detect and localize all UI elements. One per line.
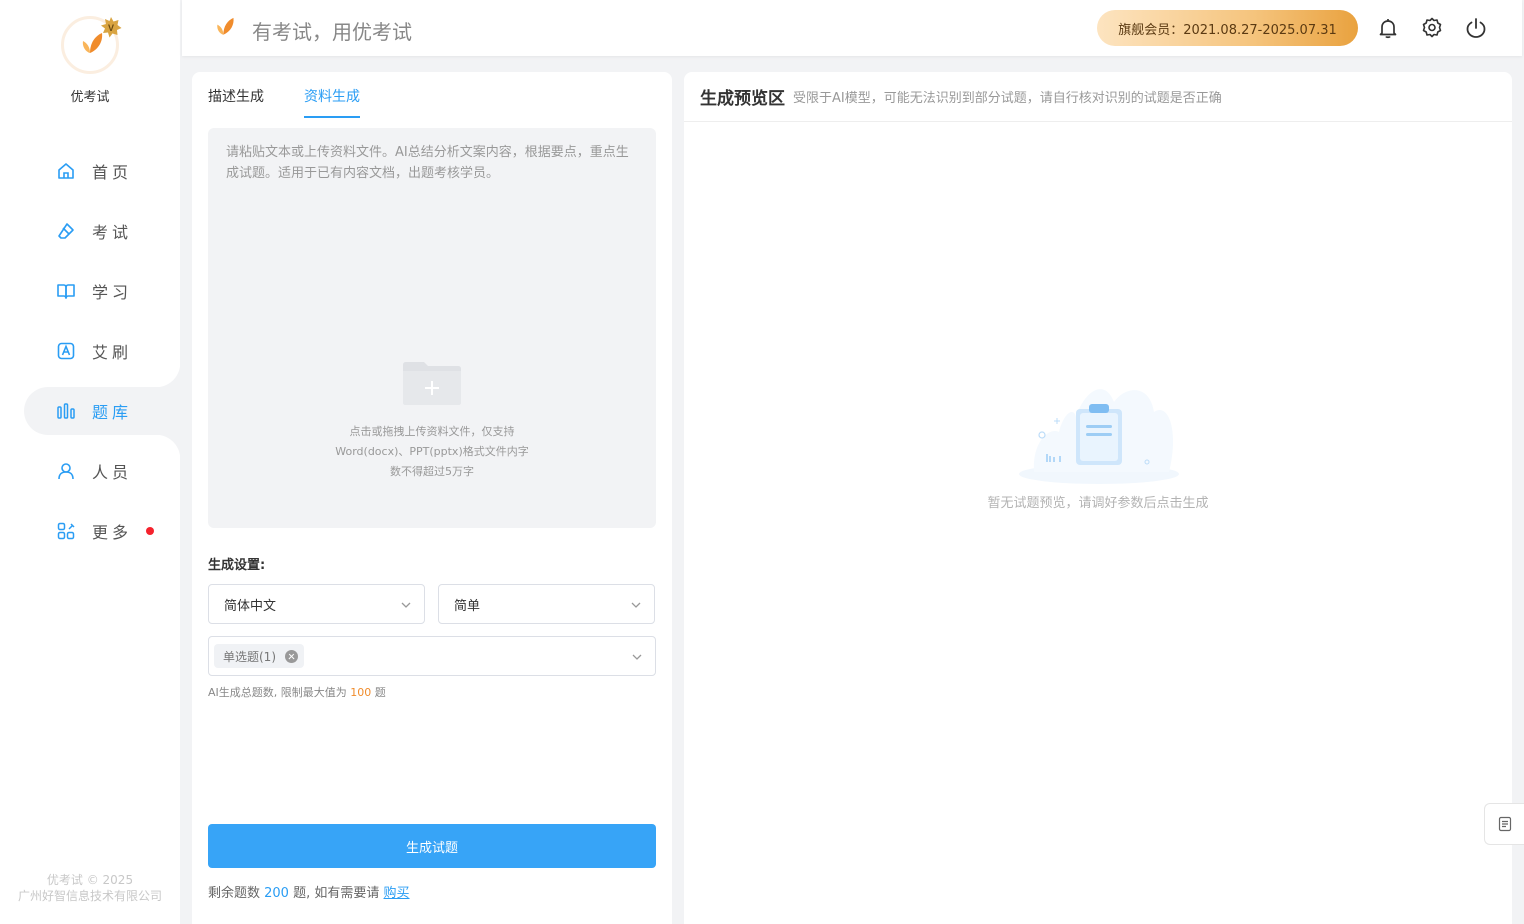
- tab-material-generate[interactable]: 资料生成: [304, 86, 360, 118]
- slogan: 有考试，用优考试: [252, 20, 412, 44]
- limit-value: 100: [350, 686, 372, 699]
- nav-label: 考试: [92, 223, 133, 242]
- limit-note: AI生成总题数, 限制最大值为 100 题: [208, 684, 386, 700]
- gear-icon[interactable]: [1420, 16, 1444, 40]
- nav-item-members[interactable]: 人员: [0, 441, 180, 501]
- nav-label: 首页: [92, 163, 133, 182]
- remaining-value: 200: [264, 886, 289, 901]
- nav-label: 更多: [92, 523, 133, 542]
- textarea-placeholder: 请粘贴文本或上传资料文件。AI总结分析文案内容，根据要点，重点生成试题。适用于已…: [226, 145, 629, 181]
- brand-name: 优考试: [70, 90, 110, 105]
- document-icon: [1498, 816, 1511, 832]
- sidebar: V 优考试 首页 考试 学习 艾刷 题库 人员 更多 优考试 © 2025 广州…: [0, 0, 180, 924]
- buy-link[interactable]: 购买: [384, 886, 410, 901]
- nav-item-exam[interactable]: 考试: [0, 201, 180, 261]
- preview-subtitle: 受限于AI模型，可能无法识别到部分试题，请自行核对识别的试题是否正确: [793, 91, 1222, 106]
- power-icon[interactable]: [1464, 16, 1488, 40]
- remaining-middle: 题, 如有需要请: [288, 886, 384, 901]
- book-icon: [56, 281, 76, 301]
- difficulty-value: 简单: [454, 598, 481, 614]
- generation-panel: 描述生成 资料生成 请粘贴文本或上传资料文件。AI总结分析文案内容，根据要点，重…: [192, 72, 672, 924]
- copyright-text: 优考试 © 2025: [46, 873, 134, 887]
- difficulty-select[interactable]: 简单: [438, 584, 655, 624]
- eraser-icon: [56, 221, 76, 241]
- preview-header: 生成预览区 受限于AI模型，可能无法识别到部分试题，请自行核对识别的试题是否正确: [684, 72, 1512, 122]
- vip-membership-badge[interactable]: 旗舰会员：2021.08.27-2025.07.31: [1097, 10, 1358, 46]
- remaining-count: 剩余题数 200 题, 如有需要请 购买: [208, 882, 410, 901]
- vip-crown-icon: V: [101, 17, 122, 38]
- question-type-select[interactable]: 单选题(1): [208, 636, 656, 676]
- nav-item-aishua[interactable]: 艾刷: [0, 321, 180, 381]
- floating-notes-button[interactable]: [1484, 803, 1524, 845]
- nav-item-home[interactable]: 首页: [0, 141, 180, 201]
- question-type-tag: 单选题(1): [214, 644, 304, 668]
- bar-chart-icon: [56, 401, 76, 421]
- home-icon: [56, 161, 76, 181]
- nav-label: 艾刷: [92, 343, 133, 362]
- bell-icon[interactable]: [1376, 16, 1400, 40]
- upload-hint-line: 数不得超过5万字: [390, 465, 474, 478]
- limit-prefix: AI生成总题数, 限制最大值为: [208, 686, 351, 699]
- chevron-down-icon: [631, 602, 641, 608]
- user-icon: [56, 461, 76, 481]
- language-select[interactable]: 简体中文: [208, 584, 425, 624]
- nav-item-question-bank[interactable]: 题库: [24, 363, 180, 459]
- svg-text:V: V: [108, 23, 114, 33]
- tag-label: 单选题(1): [223, 649, 276, 664]
- letter-a-icon: [56, 341, 76, 361]
- chevron-down-icon: [632, 654, 642, 660]
- remaining-prefix: 剩余题数: [208, 886, 265, 901]
- sidebar-footer: 优考试 © 2025 广州好智信息技术有限公司: [0, 872, 180, 904]
- main-nav: 首页 考试 学习 艾刷 题库 人员 更多: [0, 141, 180, 561]
- nav-item-learn[interactable]: 学习: [0, 261, 180, 321]
- folder-add-icon: [403, 362, 461, 405]
- generate-questions-button[interactable]: 生成试题: [208, 824, 656, 868]
- upload-hint-line: Word(docx)、PPT(pptx)格式文件内字: [335, 445, 529, 458]
- chevron-down-icon: [401, 602, 411, 608]
- generation-tabs: 描述生成 资料生成: [208, 86, 360, 118]
- preview-panel: 生成预览区 受限于AI模型，可能无法识别到部分试题，请自行核对识别的试题是否正确…: [684, 72, 1512, 924]
- notification-dot: [146, 527, 155, 535]
- empty-state-text: 暂无试题预览，请调好参数后点击生成: [987, 496, 1209, 511]
- nav-item-more[interactable]: 更多: [0, 501, 180, 561]
- empty-clipboard-illustration: [1019, 389, 1179, 484]
- nav-label: 人员: [92, 463, 133, 482]
- top-header: 有考试，用优考试 旗舰会员：2021.08.27-2025.07.31: [182, 0, 1522, 56]
- preview-title: 生成预览区: [700, 89, 785, 109]
- file-upload-zone[interactable]: 点击或拖拽上传资料文件，仅支持 Word(docx)、PPT(pptx)格式文件…: [208, 360, 656, 482]
- company-name: 广州好智信息技术有限公司: [17, 889, 162, 903]
- upload-hint: 点击或拖拽上传资料文件，仅支持 Word(docx)、PPT(pptx)格式文件…: [208, 422, 656, 482]
- language-value: 简体中文: [224, 598, 277, 614]
- settings-title: 生成设置:: [208, 558, 266, 573]
- limit-suffix: 题: [371, 686, 386, 699]
- nav-label: 题库: [92, 403, 133, 422]
- material-textarea[interactable]: 请粘贴文本或上传资料文件。AI总结分析文案内容，根据要点，重点生成试题。适用于已…: [208, 128, 656, 528]
- leaf-logo-icon: [217, 17, 234, 35]
- nav-label: 学习: [92, 283, 133, 302]
- tab-describe-generate[interactable]: 描述生成: [208, 86, 264, 118]
- tag-close-icon[interactable]: [285, 649, 298, 663]
- upload-hint-line: 点击或拖拽上传资料文件，仅支持: [349, 425, 515, 438]
- apps-icon: [56, 521, 76, 541]
